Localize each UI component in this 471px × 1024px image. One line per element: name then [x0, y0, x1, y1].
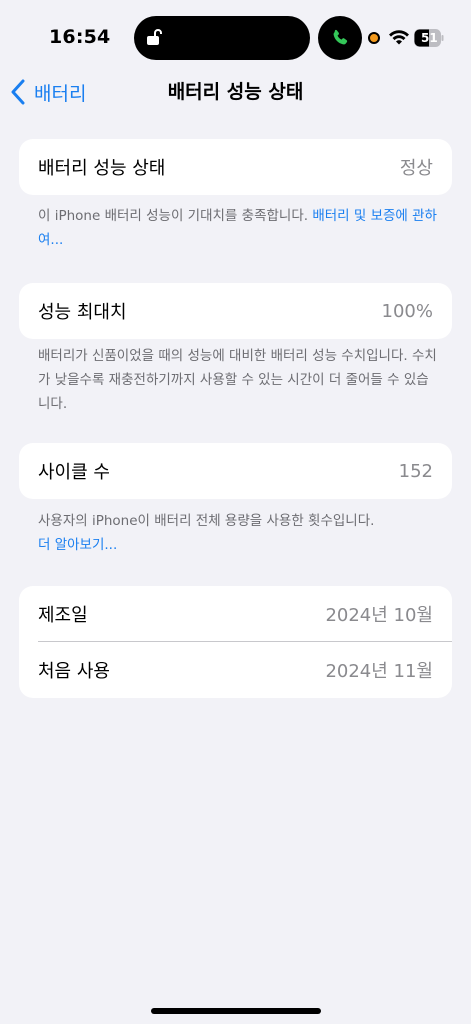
manufacture-date-label: 제조일: [38, 605, 88, 626]
manufacture-date-row: 제조일 2024년 10월: [19, 586, 452, 642]
cycle-count-footnote-text: 사용자의 iPhone이 배터리 전체 용량을 사용한 횟수입니다.: [38, 513, 375, 529]
battery-health-label: 배터리 성능 상태: [38, 158, 166, 179]
max-capacity-row: 성능 최대치 100%: [19, 283, 452, 339]
max-capacity-label: 성능 최대치: [38, 302, 127, 323]
cycle-count-label: 사이클 수: [38, 462, 110, 483]
navigation-bar: 배터리 배터리 성능 상태: [0, 72, 471, 112]
manufacture-date-value: 2024년 10월: [325, 605, 433, 626]
unlock-icon: [147, 29, 162, 45]
first-use-label: 처음 사용: [38, 661, 110, 682]
phone-icon: [333, 29, 348, 45]
first-use-value: 2024년 11월: [325, 661, 433, 682]
privacy-indicator: [368, 32, 380, 44]
home-indicator[interactable]: [151, 1008, 321, 1014]
status-bar: 16:54 51: [0, 0, 471, 78]
cycle-count-value: 152: [398, 460, 433, 482]
cycle-count-footnote: 사용자의 iPhone이 배터리 전체 용량을 사용한 횟수입니다. 더 알아보…: [38, 509, 438, 557]
max-capacity-footnote: 배터리가 신품이었을 때의 성능에 대비한 배터리 성능 수치입니다. 수치가 …: [38, 348, 437, 412]
battery-health-footnote-text: 이 iPhone 배터리 성능이 기대치를 충족합니다.: [38, 208, 313, 224]
cycle-count-card: 사이클 수 152: [19, 443, 452, 499]
first-use-row: 처음 사용 2024년 11월: [19, 642, 452, 698]
max-capacity-card: 성능 최대치 100%: [19, 283, 452, 339]
dates-card: 제조일 2024년 10월 처음 사용 2024년 11월: [19, 586, 452, 698]
learn-more-link[interactable]: 더 알아보기...: [38, 537, 117, 553]
page-title: 배터리 성능 상태: [167, 81, 304, 103]
battery-level-text: 51: [421, 31, 438, 45]
battery-health-row: 배터리 성능 상태 정상: [19, 139, 452, 195]
battery-health-card: 배터리 성능 상태 정상: [19, 139, 452, 195]
battery-health-footnote: 이 iPhone 배터리 성능이 기대치를 충족합니다. 배터리 및 보증에 관…: [38, 204, 438, 252]
status-time: 16:54: [49, 26, 111, 48]
wifi-icon: [389, 30, 409, 45]
battery-health-value: 정상: [399, 158, 433, 179]
max-capacity-value: 100%: [381, 300, 433, 322]
cycle-count-row: 사이클 수 152: [19, 443, 452, 499]
